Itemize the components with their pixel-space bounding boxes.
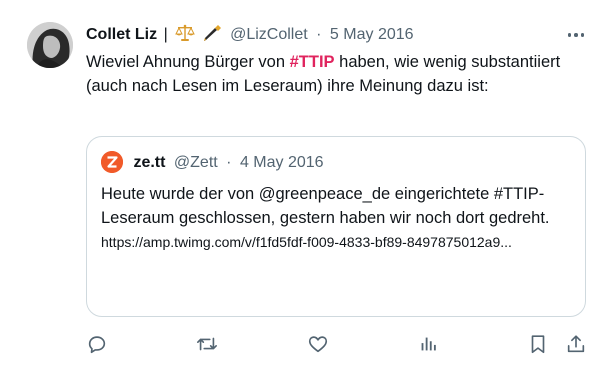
name-separator: | bbox=[163, 26, 168, 43]
author-handle[interactable]: @LizCollet bbox=[230, 26, 308, 43]
hashtag-link[interactable]: #TTIP bbox=[290, 53, 335, 71]
scales-icon bbox=[175, 24, 195, 42]
retweet-icon[interactable] bbox=[196, 333, 220, 357]
quoted-date[interactable]: 4 May 2016 bbox=[240, 154, 324, 171]
meta-dot: · bbox=[316, 26, 322, 43]
tweet[interactable]: Collet Liz | @LizCollet · 5 May 2016 Wie… bbox=[0, 0, 606, 369]
author-name[interactable]: Collet Liz bbox=[86, 26, 157, 43]
tweet-text: Wieviel Ahnung Bürger von #TTIP haben, w… bbox=[86, 50, 586, 98]
action-bar bbox=[86, 333, 596, 357]
tweet-header: Collet Liz | @LizCollet · 5 May 2016 bbox=[86, 24, 566, 48]
quoted-header: ze.tt @Zett · 4 May 2016 bbox=[101, 151, 324, 175]
more-options-icon[interactable] bbox=[566, 27, 586, 43]
quoted-handle[interactable]: @Zett bbox=[174, 154, 218, 171]
tweet-date[interactable]: 5 May 2016 bbox=[330, 26, 414, 43]
avatar[interactable] bbox=[27, 22, 73, 68]
views-icon[interactable] bbox=[417, 333, 441, 357]
zett-logo-icon bbox=[101, 151, 123, 173]
fountain-pen-icon bbox=[202, 24, 222, 42]
share-icon[interactable] bbox=[565, 333, 589, 357]
reply-icon[interactable] bbox=[86, 333, 110, 357]
tweet-text-before: Wieviel Ahnung Bürger von bbox=[86, 53, 290, 71]
quoted-dot: · bbox=[226, 154, 232, 171]
quoted-name[interactable]: ze.tt bbox=[133, 154, 165, 171]
quoted-tweet[interactable]: ze.tt @Zett · 4 May 2016 Heute wurde der… bbox=[86, 136, 586, 317]
quoted-text: Heute wurde der von @greenpeace_de einge… bbox=[101, 185, 550, 227]
like-icon[interactable] bbox=[307, 333, 331, 357]
quoted-text-block: Heute wurde der von @greenpeace_de einge… bbox=[101, 182, 571, 254]
quoted-link[interactable]: https://amp.twimg.com/v/f1fd5fdf-f009-48… bbox=[101, 234, 512, 250]
bookmark-icon[interactable] bbox=[527, 333, 551, 357]
